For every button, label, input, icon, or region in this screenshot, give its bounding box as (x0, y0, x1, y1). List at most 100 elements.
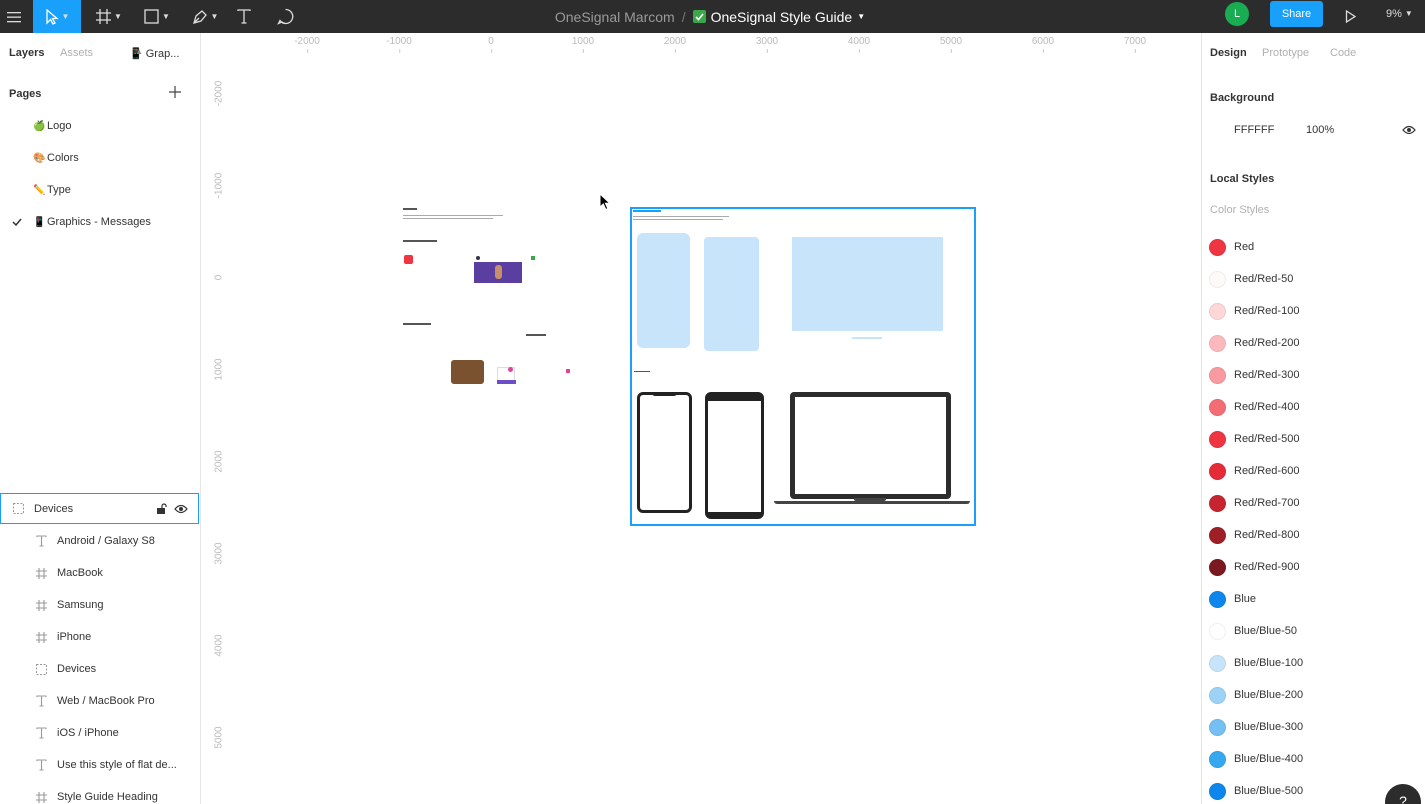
color-style-row[interactable]: Blue (1209, 583, 1256, 615)
iphone-flat-mockup (637, 392, 692, 513)
page-label: Graphics - Messages (47, 216, 151, 228)
color-style-row[interactable]: Red/Red-50 (1209, 263, 1293, 295)
color-style-row[interactable]: Red/Red-500 (1209, 423, 1299, 455)
file-title[interactable]: OneSignal Marcom / OneSignal Style Guide… (450, 0, 970, 33)
pen-tool-button[interactable]: ▼ (188, 0, 222, 33)
layer-item[interactable]: Samsung (0, 589, 199, 621)
tab-code[interactable]: Code (1330, 47, 1356, 59)
color-style-row[interactable]: Red/Red-300 (1209, 359, 1299, 391)
layer-item[interactable]: Style Guide Heading (0, 781, 199, 804)
layer-item[interactable]: Devices (0, 653, 199, 685)
layer-devices-selected[interactable]: Devices (0, 493, 199, 524)
frame-icon (35, 599, 47, 611)
frame-tool-button[interactable]: ▼ (92, 0, 126, 33)
color-style-name: Blue/Blue-500 (1234, 785, 1304, 797)
color-style-row[interactable]: Blue/Blue-400 (1209, 743, 1303, 775)
chevron-down-icon[interactable]: ▼ (857, 12, 865, 21)
layer-item[interactable]: Use this style of flat de... (0, 749, 199, 781)
color-swatch (1209, 526, 1226, 544)
background-opacity-input[interactable]: 100% (1306, 124, 1334, 136)
page-item-logo[interactable]: 🍏 Logo (33, 120, 71, 132)
thumbnail-label (526, 334, 546, 336)
macbook-blank-mockup (792, 237, 943, 331)
color-style-name: Red/Red-300 (1234, 369, 1300, 381)
shape-tool-button[interactable]: ▼ (140, 0, 174, 33)
color-style-row[interactable]: Red/Red-700 (1209, 487, 1299, 519)
project-name[interactable]: OneSignal Marcom (555, 9, 675, 25)
file-name[interactable]: OneSignal Style Guide (711, 9, 853, 25)
thumbnail-subheading (634, 371, 650, 372)
ruler-tick: 1000 (213, 358, 225, 381)
page-label: Colors (47, 152, 79, 164)
zoom-dropdown[interactable]: 9% ▼ (1386, 0, 1413, 27)
layer-item[interactable]: iPhone (0, 621, 199, 653)
ruler-tick: -2000 (294, 36, 320, 53)
color-style-row[interactable]: Blue/Blue-500 (1209, 775, 1303, 804)
main-menu-button[interactable] (0, 0, 27, 33)
macbook-flat-base (774, 501, 970, 504)
eye-icon[interactable] (174, 504, 188, 517)
ruler-tick: 1000 (571, 36, 595, 53)
comment-tool-button[interactable] (274, 0, 296, 33)
ruler-tick: 3000 (213, 542, 225, 565)
tab-layers[interactable]: Layers (9, 47, 44, 59)
ruler-tick: 4000 (847, 36, 871, 53)
layer-label: Devices (34, 502, 74, 515)
color-style-row[interactable]: Red/Red-800 (1209, 519, 1299, 551)
color-style-row[interactable]: Red/Red-200 (1209, 327, 1299, 359)
checkmark-icon (12, 218, 22, 226)
color-swatch (1209, 430, 1226, 448)
tab-assets[interactable]: Assets (60, 47, 93, 59)
layer-item[interactable]: iOS / iPhone (0, 717, 199, 749)
color-style-row[interactable]: Red/Red-900 (1209, 551, 1299, 583)
frame-icon (35, 791, 47, 803)
eye-icon[interactable] (1402, 125, 1416, 138)
chevron-down-icon: ▼ (114, 12, 122, 21)
chevron-down-icon: ▼ (162, 12, 170, 21)
avatar[interactable]: L (1225, 2, 1249, 26)
ruler-tick: 7000 (1123, 36, 1147, 53)
devices-frame-selected[interactable] (630, 207, 976, 526)
page-item-colors[interactable]: 🎨 Colors (33, 152, 79, 164)
cursor-icon (45, 8, 59, 25)
tab-design[interactable]: Design (1210, 47, 1247, 59)
color-style-row[interactable]: Red/Red-400 (1209, 391, 1299, 423)
ruler-tick: -1000 (386, 36, 412, 53)
text-tool-button[interactable] (234, 0, 254, 33)
ruler-tick: 2000 (213, 450, 225, 473)
frame-icon (96, 9, 112, 24)
chevron-down-icon: ▼ (210, 12, 219, 21)
ruler-tick: -1000 (213, 172, 225, 199)
thumbnail-person (495, 265, 502, 279)
color-swatch (1209, 718, 1226, 736)
color-style-row[interactable]: Red (1209, 231, 1254, 263)
page-emoji: ✏️ (33, 185, 46, 196)
design-canvas[interactable] (225, 53, 1201, 804)
color-style-row[interactable]: Red/Red-100 (1209, 295, 1299, 327)
unlock-icon[interactable] (156, 503, 167, 518)
color-style-row[interactable]: Blue/Blue-200 (1209, 679, 1303, 711)
figma-app: ▼ ▼ ▼ ▼ OneSignal Marcom / OneSignal Sty… (0, 0, 1425, 804)
page-label: Logo (47, 120, 72, 132)
background-hex-input[interactable]: FFFFFF (1234, 124, 1274, 136)
color-style-row[interactable]: Blue/Blue-100 (1209, 647, 1303, 679)
layer-item[interactable]: Android / Galaxy S8 (0, 525, 199, 557)
share-button[interactable]: Share (1270, 1, 1323, 27)
color-style-name: Red/Red-50 (1234, 273, 1294, 285)
ruler-tick: 0 (488, 36, 494, 53)
tab-prototype[interactable]: Prototype (1262, 47, 1309, 59)
messages-frame-thumbnail[interactable] (400, 203, 580, 403)
page-item-graphics-messages[interactable]: 📱 Graphics - Messages (33, 216, 151, 228)
color-style-row[interactable]: Red/Red-600 (1209, 455, 1299, 487)
present-button[interactable] (1340, 0, 1360, 33)
page-item-type[interactable]: ✏️ Type (33, 184, 71, 196)
move-tool-button[interactable]: ▼ (33, 0, 81, 33)
layer-item[interactable]: Web / MacBook Pro (0, 685, 199, 717)
layer-item[interactable]: MacBook (0, 557, 199, 589)
color-styles-heading: Color Styles (1210, 204, 1270, 216)
color-style-row[interactable]: Blue/Blue-300 (1209, 711, 1303, 743)
layer-label: Devices (57, 663, 97, 675)
pen-icon (192, 9, 207, 24)
add-page-button[interactable] (168, 85, 184, 101)
color-style-row[interactable]: Blue/Blue-50 (1209, 615, 1297, 647)
